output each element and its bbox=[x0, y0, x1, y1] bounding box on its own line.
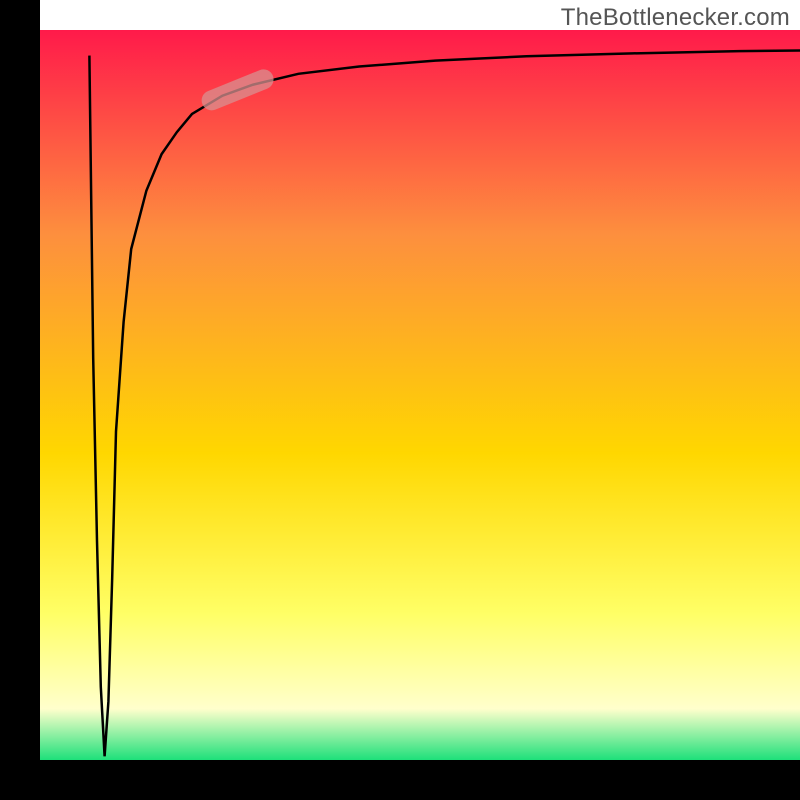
gradient-background bbox=[40, 30, 800, 760]
watermark-text: TheBottlenecker.com bbox=[561, 4, 790, 32]
plot-area bbox=[0, 0, 800, 800]
left-border bbox=[0, 0, 40, 800]
bottom-border bbox=[0, 760, 800, 800]
chart-svg bbox=[0, 0, 800, 800]
chart-container: TheBottlenecker.com bbox=[0, 0, 800, 800]
